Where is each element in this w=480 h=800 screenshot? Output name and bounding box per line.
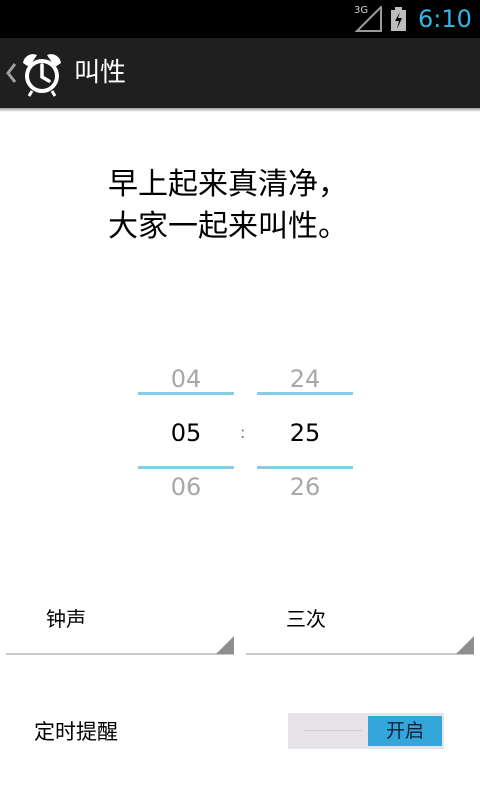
hour-prev-value[interactable]: 04 (138, 364, 234, 394)
minute-picker[interactable]: 24 25 26 (257, 360, 353, 510)
hour-next-value[interactable]: 06 (138, 472, 234, 502)
minute-prev-value[interactable]: 24 (257, 364, 353, 394)
slogan-line-1: 早上起来真清净， (108, 167, 348, 202)
minute-next-value[interactable]: 26 (257, 472, 353, 502)
action-bar (0, 38, 480, 108)
action-bar-title: 叫性 (74, 58, 127, 88)
reminder-label: 定时提醒 (34, 720, 118, 744)
sound-spinner[interactable]: 钟声 (6, 598, 234, 656)
hour-current-value[interactable]: 05 (138, 418, 234, 448)
toggle-track-line (304, 730, 362, 731)
sound-spinner-underline (6, 653, 234, 655)
repeat-spinner-value: 三次 (286, 607, 326, 631)
toggle-thumb[interactable]: 开启 (368, 716, 442, 746)
battery-charging-icon (391, 7, 406, 31)
back-chevron-icon[interactable] (4, 59, 18, 87)
action-bar-shadow (0, 108, 480, 112)
slogan-line-2: 大家一起来叫性。 (108, 209, 348, 244)
repeat-spinner[interactable]: 三次 (246, 598, 474, 656)
signal-icon (354, 6, 382, 32)
hour-divider-top (138, 392, 234, 395)
dropdown-corner-icon (216, 636, 234, 654)
minute-current-value[interactable]: 25 (257, 418, 353, 448)
time-separator: : (240, 423, 246, 442)
slogan: 早上起来真清净， 大家一起来叫性。 (108, 164, 348, 248)
dropdown-corner-icon (456, 636, 474, 654)
minute-divider-bottom (257, 466, 353, 469)
alarm-clock-icon[interactable] (18, 50, 66, 98)
repeat-spinner-underline (246, 653, 474, 655)
minute-divider-top (257, 392, 353, 395)
status-clock: 6:10 (418, 5, 472, 33)
reminder-toggle[interactable]: 开启 (288, 713, 444, 749)
sound-spinner-value: 钟声 (46, 607, 86, 631)
hour-picker[interactable]: 04 05 06 (138, 360, 234, 510)
status-bar (0, 0, 480, 38)
hour-divider-bottom (138, 466, 234, 469)
